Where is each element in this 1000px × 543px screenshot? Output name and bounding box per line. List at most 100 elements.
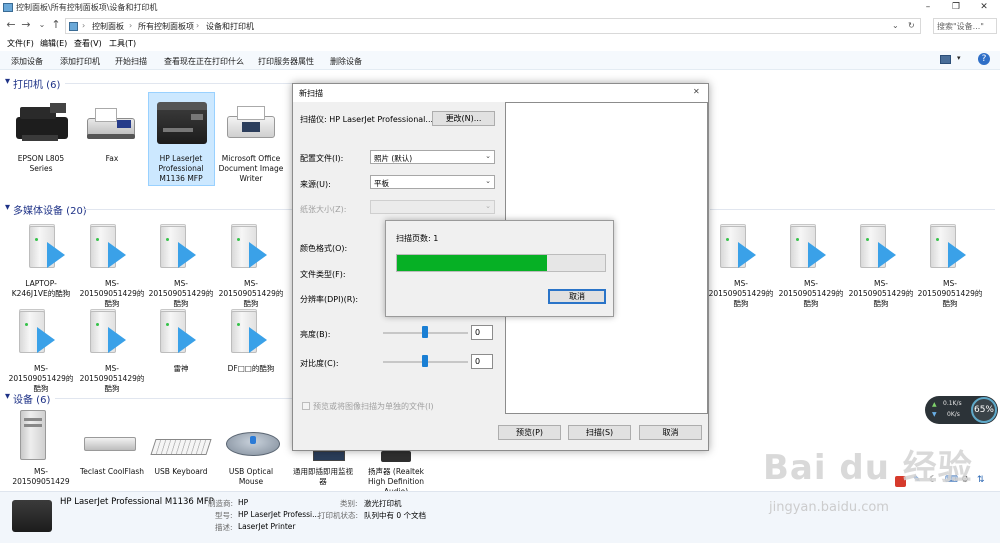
source-label: 来源(U): xyxy=(300,180,331,189)
title-bar: 控制面板\所有控制面板项\设备和打印机 – ❐ ✕ xyxy=(0,0,1000,15)
preview-button[interactable]: 预览(P) xyxy=(498,425,561,440)
brightness-input[interactable]: 0 xyxy=(471,325,493,340)
media-device-icon[interactable] xyxy=(158,309,196,355)
minimize-button[interactable]: – xyxy=(914,0,942,15)
cancel-button[interactable]: 取消 xyxy=(639,425,702,440)
media-device-icon[interactable] xyxy=(788,224,826,270)
device-label[interactable]: USB Keyboard xyxy=(148,467,214,477)
profile-select[interactable]: 照片 (默认) ⌄ xyxy=(370,150,495,164)
separate-files-checkbox xyxy=(302,402,310,410)
add-device-button[interactable]: 添加设备 xyxy=(11,56,43,67)
usb-drive-icon[interactable] xyxy=(82,435,138,453)
media-device-icon[interactable] xyxy=(229,224,267,270)
up-arrow-icon[interactable]: ↑ xyxy=(50,18,62,32)
media-device-icon[interactable] xyxy=(158,224,196,270)
media-device-label[interactable]: MS-201509051429的酷狗 xyxy=(778,279,844,309)
computer-icon[interactable] xyxy=(18,410,48,460)
media-device-icon[interactable] xyxy=(928,224,966,270)
printer-label[interactable]: HP LaserJet Professional M1136 MFP xyxy=(148,154,214,184)
media-device-icon[interactable] xyxy=(718,224,756,270)
device-label[interactable]: 通用即插即用监视器 xyxy=(290,467,356,487)
media-device-icon[interactable] xyxy=(27,224,65,270)
media-device-label[interactable]: 雷神 xyxy=(148,364,214,374)
media-device-icon[interactable] xyxy=(88,224,126,270)
device-label[interactable]: Teclast CoolFlash xyxy=(79,467,145,477)
breadcrumb[interactable]: › 控制面板 › 所有控制面板项 › 设备和打印机 ⌄ ↻ xyxy=(65,18,921,34)
breadcrumb-item[interactable]: 控制面板 xyxy=(92,21,124,32)
forward-arrow-icon[interactable]: → xyxy=(20,18,32,32)
media-device-label[interactable]: MS-201509051429的酷狗 xyxy=(848,279,914,309)
close-button[interactable]: ✕ xyxy=(970,0,998,15)
media-device-label[interactable]: MS-201509051429的酷狗 xyxy=(79,364,145,394)
media-device-label[interactable]: MS-201509051429的酷狗 xyxy=(8,364,74,394)
media-group-toggle[interactable]: ▾ xyxy=(5,202,10,213)
details-label: 类别: xyxy=(340,499,358,508)
menu-file[interactable]: 文件(F) xyxy=(7,38,34,49)
start-scan-button[interactable]: 开始扫描 xyxy=(115,56,147,67)
paper-size-label: 纸张大小(Z): xyxy=(300,205,347,214)
mouse-icon[interactable] xyxy=(226,430,280,458)
devices-group-header: 设备 (6) xyxy=(13,395,51,406)
hp-mfp-icon[interactable] xyxy=(155,100,209,145)
window-title: 控制面板\所有控制面板项\设备和打印机 xyxy=(16,3,158,12)
device-label[interactable]: MS-201509051429 xyxy=(8,467,74,487)
device-label[interactable]: USB Optical Mouse xyxy=(218,467,284,487)
contrast-slider[interactable] xyxy=(383,355,468,369)
breadcrumb-item[interactable]: 所有控制面板项 xyxy=(138,21,194,32)
see-printing-button[interactable]: 查看现在正在打印什么 xyxy=(164,56,244,67)
printer-label[interactable]: Microsoft Office Document Image Writer xyxy=(218,154,284,184)
add-printer-button[interactable]: 添加打印机 xyxy=(60,56,100,67)
menu-edit[interactable]: 编辑(E) xyxy=(40,38,67,49)
refresh-icon[interactable]: ↻ xyxy=(908,21,915,30)
print-server-properties-button[interactable]: 打印服务器属性 xyxy=(258,56,314,67)
file-type-label: 文件类型(F): xyxy=(300,270,346,279)
chevron-down-icon[interactable]: ⌄ xyxy=(892,21,899,30)
breadcrumb-item[interactable]: 设备和打印机 xyxy=(206,21,254,32)
document-writer-icon[interactable] xyxy=(224,104,278,144)
download-speed: 0K/s xyxy=(947,411,960,418)
scan-button[interactable]: 扫描(S) xyxy=(568,425,631,440)
media-device-label[interactable]: MS-201509051429的酷狗 xyxy=(148,279,214,309)
search-input[interactable]: 搜索"设备..." xyxy=(933,18,997,34)
chevron-down-icon[interactable]: ▾ xyxy=(957,54,961,62)
media-device-label[interactable]: LAPTOP-K246J1VE的酷狗 xyxy=(8,279,74,299)
remove-device-button[interactable]: 删除设备 xyxy=(330,56,362,67)
monitor-icon[interactable] xyxy=(309,451,349,463)
media-device-icon[interactable] xyxy=(17,309,55,355)
media-device-label[interactable]: MS-201509051429的酷狗 xyxy=(917,279,983,309)
epson-printer-icon[interactable] xyxy=(10,103,72,145)
chevron-down-icon: ⌄ xyxy=(485,177,491,185)
network-speed-widget[interactable]: ▲ 0.1K/s ▼ 0K/s 65% xyxy=(925,396,998,424)
speaker-icon[interactable] xyxy=(377,451,415,463)
menu-view[interactable]: 查看(V) xyxy=(74,38,102,49)
close-icon[interactable]: ✕ xyxy=(693,87,700,96)
media-device-icon[interactable] xyxy=(229,309,267,355)
back-arrow-icon[interactable]: ← xyxy=(5,18,17,32)
maximize-button[interactable]: ❐ xyxy=(942,0,970,15)
fax-icon[interactable] xyxy=(83,104,139,144)
devices-group-toggle[interactable]: ▾ xyxy=(5,391,10,402)
media-device-label[interactable]: MS-201509051429的酷狗 xyxy=(218,279,284,309)
keyboard-icon[interactable] xyxy=(150,437,212,457)
upload-speed: 0.1K/s xyxy=(943,400,962,407)
media-device-label[interactable]: MS-201509051429的酷狗 xyxy=(708,279,774,309)
details-value: 队列中有 0 个文档 xyxy=(364,511,427,520)
details-label: 制造商: xyxy=(208,499,234,508)
printer-label[interactable]: EPSON L805 Series xyxy=(8,154,74,174)
contrast-input[interactable]: 0 xyxy=(471,354,493,369)
media-device-label[interactable]: MS-201509051429的酷狗 xyxy=(79,279,145,309)
cancel-scan-button[interactable]: 取消 xyxy=(548,289,606,304)
media-device-icon[interactable] xyxy=(88,309,126,355)
printer-label[interactable]: Fax xyxy=(79,154,145,164)
recent-dropdown-icon[interactable]: ⌄ xyxy=(36,18,48,32)
view-options-icon[interactable] xyxy=(940,55,951,64)
printers-group-toggle[interactable]: ▾ xyxy=(5,76,10,87)
source-select[interactable]: 平板 ⌄ xyxy=(370,175,495,189)
change-scanner-button[interactable]: 更改(N)... xyxy=(432,111,495,126)
media-group-header: 多媒体设备 (20) xyxy=(13,206,87,217)
brightness-slider[interactable] xyxy=(383,326,468,340)
menu-tools[interactable]: 工具(T) xyxy=(109,38,136,49)
media-device-icon[interactable] xyxy=(858,224,896,270)
media-device-label[interactable]: DF□□的酷狗 xyxy=(218,364,284,374)
help-icon[interactable]: ? xyxy=(978,53,990,65)
